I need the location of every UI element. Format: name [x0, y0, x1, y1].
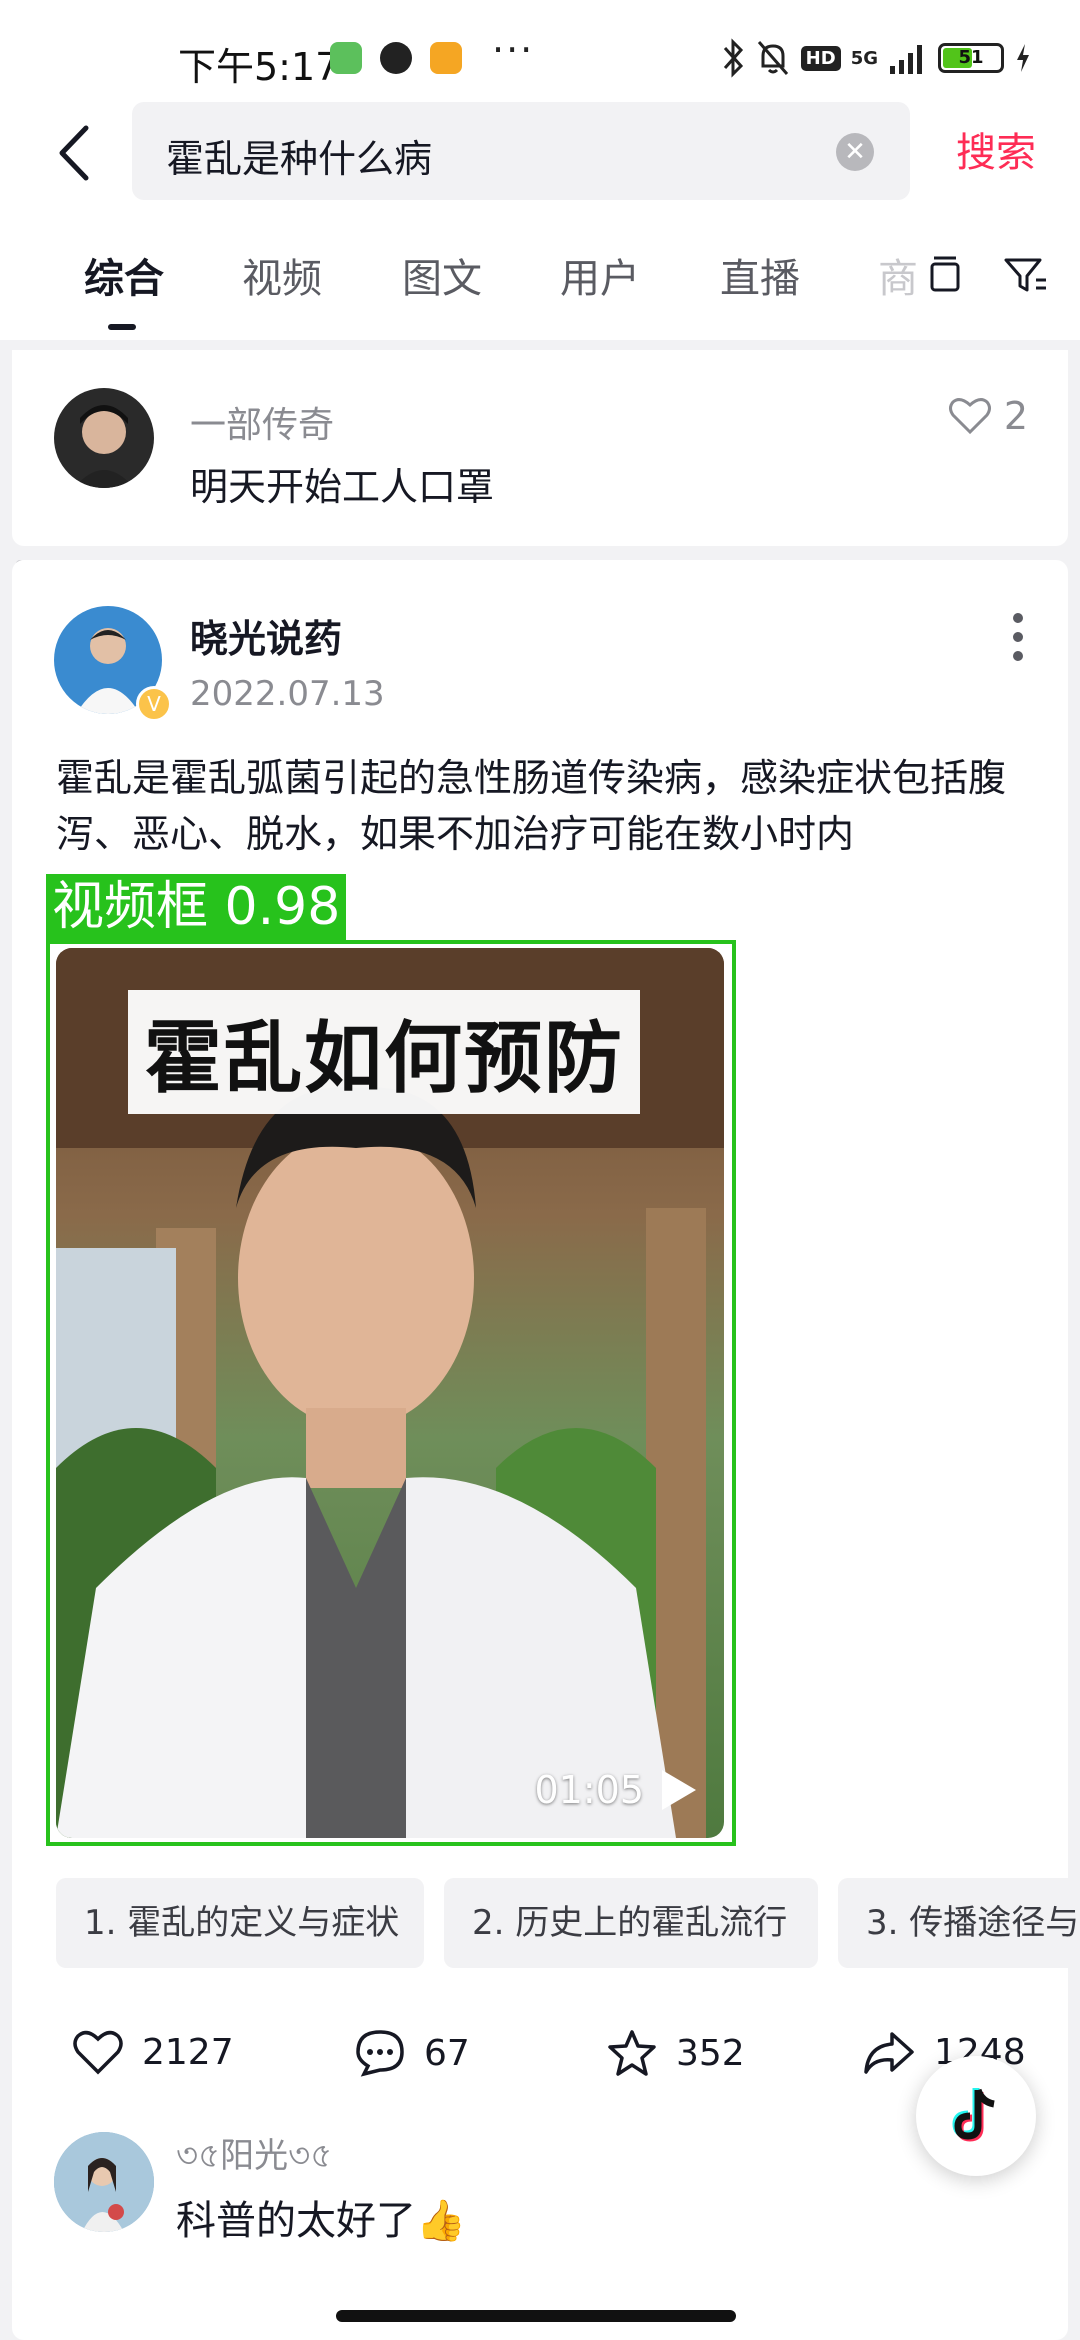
search-bar: 霍乱是种什么病 ✕ 搜索 — [0, 100, 1080, 210]
video-title-overlay: 霍乱如何预防 — [128, 990, 641, 1114]
comment-like-button[interactable]: 2 — [948, 394, 1028, 438]
signal-icon — [890, 45, 922, 74]
layout-toggle-icon[interactable] — [920, 250, 970, 300]
battery-icon: 51 — [938, 43, 1004, 73]
douyin-floating-button[interactable] — [916, 2056, 1036, 2176]
post-date: 2022.07.13 — [190, 674, 385, 714]
verified-badge-icon: V — [136, 686, 172, 722]
comment-user-name[interactable]: ৩৫阳光৩৫ — [176, 2128, 332, 2187]
comment-like-count: 2 — [1003, 394, 1028, 438]
star-icon — [608, 2030, 656, 2076]
favorite-count: 352 — [676, 2032, 745, 2074]
heart-icon — [948, 398, 991, 435]
video-thumbnail[interactable]: 霍乱如何预防 01:05 — [56, 948, 724, 1838]
tab-users[interactable]: 用户 — [560, 246, 640, 304]
status-icons: HD 5G 51 — [721, 36, 1032, 80]
more-notifications-icon: ··· — [492, 28, 535, 72]
status-bar: 下午5:17 ··· HD 5G 51 — [0, 0, 1080, 100]
chapter-chip[interactable]: 3. 传播途径与 — [838, 1878, 1080, 1968]
chapter-chip[interactable]: 1. 霍乱的定义与症状 — [56, 1878, 424, 1968]
charging-icon — [1017, 44, 1029, 72]
tab-shop[interactable]: 商 — [878, 246, 918, 304]
detection-label: 视频框 0.98 — [46, 874, 347, 940]
more-options-icon[interactable] — [1008, 610, 1028, 664]
like-count: 2127 — [142, 2031, 234, 2073]
qq-app-icon — [380, 42, 412, 74]
douyin-logo-icon — [952, 2088, 995, 2142]
filter-icon[interactable] — [1000, 250, 1050, 300]
comment-user-name[interactable]: 一部传奇 — [190, 396, 334, 448]
search-button[interactable]: 搜索 — [956, 120, 1036, 178]
heart-icon — [73, 2030, 123, 2075]
search-query: 霍乱是种什么病 — [166, 137, 433, 181]
comment-button[interactable]: 67 — [354, 2028, 470, 2078]
post-author-name[interactable]: 晓光说药 — [190, 608, 342, 663]
post-body-text[interactable]: 霍乱是霍乱弧菌引起的急性肠道传染病，感染症状包括腹泻、恶心、脱水，如果不加治疗可… — [56, 750, 1026, 862]
tab-video[interactable]: 视频 — [242, 246, 322, 304]
play-icon[interactable] — [658, 1768, 698, 1812]
result-tabs: 综合 视频 图文 用户 直播 商 — [0, 210, 1080, 340]
favorite-button[interactable]: 352 — [606, 2028, 745, 2078]
wechat-app-icon — [330, 42, 362, 74]
network-type: 5G — [850, 47, 878, 69]
battery-level: 51 — [958, 47, 984, 68]
clear-search-button[interactable]: ✕ — [836, 133, 874, 171]
close-icon: ✕ — [844, 137, 866, 167]
hd-badge: HD — [800, 45, 841, 71]
back-button[interactable] — [44, 118, 104, 188]
avatar[interactable] — [54, 2132, 154, 2232]
comment-icon — [356, 2030, 404, 2077]
mute-bell-icon — [757, 41, 788, 75]
bluetooth-icon — [723, 38, 743, 78]
comment-text: 明天开始工人口罩 — [190, 465, 495, 509]
like-button[interactable]: 2127 — [72, 2028, 234, 2076]
active-tab-indicator — [108, 324, 136, 330]
share-icon — [864, 2032, 914, 2074]
tab-image-text[interactable]: 图文 — [402, 246, 482, 304]
video-duration: 01:05 — [534, 1768, 644, 1812]
tab-all[interactable]: 综合 — [84, 246, 164, 304]
search-input[interactable]: 霍乱是种什么病 ✕ — [132, 102, 910, 200]
comment-count: 67 — [424, 2032, 470, 2074]
58-app-icon — [430, 42, 462, 74]
tab-live[interactable]: 直播 — [720, 246, 800, 304]
avatar[interactable] — [54, 388, 154, 488]
comment-card: 一部传奇 明天开始工人口罩 2 — [12, 350, 1068, 546]
chapter-chip[interactable]: 2. 历史上的霍乱流行 — [444, 1878, 818, 1968]
status-time: 下午5:17 — [178, 45, 340, 89]
home-indicator[interactable] — [336, 2310, 736, 2322]
back-arrow-icon — [59, 125, 89, 181]
comment-text: 科普的太好了👍 — [176, 2198, 466, 2244]
